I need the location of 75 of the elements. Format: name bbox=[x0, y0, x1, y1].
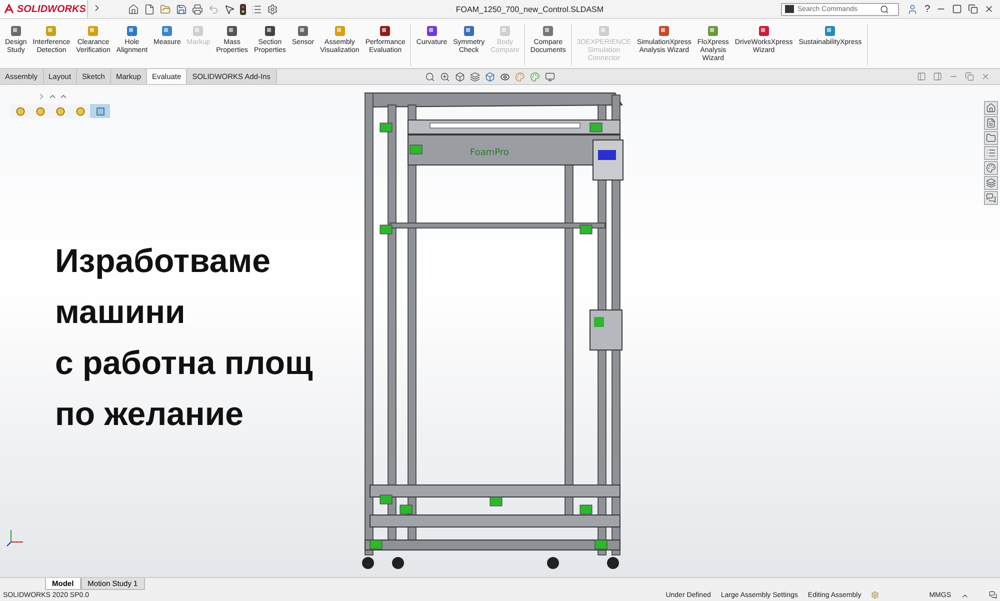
tool-icon bbox=[706, 24, 720, 38]
monitor-icon[interactable] bbox=[544, 72, 555, 82]
tool-icon bbox=[378, 24, 392, 38]
chat-icon bbox=[986, 193, 996, 203]
model-label: FoamPro bbox=[470, 148, 509, 158]
tool-icon bbox=[225, 24, 240, 38]
tool-icon bbox=[86, 24, 100, 38]
folder-icon bbox=[986, 133, 996, 143]
tool-icon bbox=[332, 24, 347, 38]
settings-icon[interactable] bbox=[267, 4, 278, 14]
chat-icon[interactable] bbox=[989, 590, 997, 598]
layers-icon[interactable] bbox=[470, 72, 480, 82]
task-pane-button[interactable] bbox=[984, 191, 998, 205]
tool-icon bbox=[296, 24, 310, 38]
panel-left-icon[interactable] bbox=[917, 72, 926, 81]
task-pane-button[interactable] bbox=[984, 176, 998, 190]
headline-text: машини bbox=[55, 292, 186, 332]
axis-triad-icon bbox=[6, 527, 26, 547]
cube-icon bbox=[96, 106, 104, 116]
maximize-icon[interactable] bbox=[952, 4, 962, 14]
user-icon[interactable] bbox=[907, 4, 918, 14]
cube-icon[interactable] bbox=[454, 72, 465, 82]
panel-right-icon[interactable] bbox=[933, 72, 942, 81]
breadcrumb-segment[interactable] bbox=[90, 104, 110, 118]
tool-icon bbox=[823, 24, 838, 38]
headline-text: по желание bbox=[55, 394, 244, 434]
open-folder-icon[interactable] bbox=[160, 4, 171, 14]
breadcrumb-segment[interactable] bbox=[10, 104, 30, 118]
tool-icon bbox=[756, 24, 771, 38]
zoom-icon[interactable] bbox=[440, 72, 450, 82]
tool-icon bbox=[262, 24, 277, 38]
traffic-light-icon[interactable] bbox=[240, 4, 246, 14]
task-pane-button[interactable] bbox=[984, 101, 998, 115]
view-orientation-icon[interactable] bbox=[484, 72, 495, 82]
part-icon bbox=[76, 106, 84, 116]
search-icon[interactable] bbox=[424, 72, 435, 82]
eye-icon[interactable] bbox=[500, 72, 510, 82]
home-icon bbox=[986, 103, 996, 113]
list-icon bbox=[986, 148, 996, 158]
help-button[interactable]: ? bbox=[924, 4, 930, 14]
logo-mark-icon bbox=[3, 3, 15, 15]
task-pane-button[interactable] bbox=[984, 131, 998, 145]
save-icon[interactable] bbox=[176, 4, 187, 14]
tool-icon bbox=[160, 24, 174, 38]
tool-icon bbox=[596, 24, 611, 38]
restore-icon[interactable] bbox=[968, 4, 978, 14]
close-icon[interactable] bbox=[984, 4, 994, 14]
tool-icon bbox=[8, 24, 23, 38]
new-document-icon[interactable] bbox=[144, 4, 155, 14]
tool-icon bbox=[657, 24, 672, 38]
task-pane-button[interactable] bbox=[984, 161, 998, 175]
tool-icon bbox=[424, 24, 439, 38]
window-title: FOAM_1250_700_new_Control.SLDASM bbox=[454, 4, 605, 14]
home-icon[interactable] bbox=[128, 4, 139, 14]
tool-icon bbox=[44, 24, 58, 38]
tool-icon bbox=[124, 24, 139, 38]
headline-text: Изработваме bbox=[55, 241, 272, 281]
tool-icon bbox=[498, 24, 512, 38]
task-pane-button[interactable] bbox=[984, 116, 998, 130]
tool-icon bbox=[462, 24, 476, 38]
headline-text: с работна площ bbox=[55, 343, 313, 383]
document-icon bbox=[986, 118, 996, 128]
logo-text: SOLIDWORKS bbox=[17, 4, 86, 14]
layers-icon bbox=[986, 178, 996, 188]
breadcrumb-segment[interactable] bbox=[70, 104, 90, 118]
part-icon bbox=[56, 106, 64, 116]
part-icon bbox=[36, 106, 44, 116]
search-icon bbox=[880, 4, 890, 14]
tool-icon bbox=[541, 24, 556, 38]
part-icon bbox=[16, 106, 24, 116]
pointer-icon[interactable] bbox=[224, 4, 235, 14]
task-pane-button[interactable] bbox=[984, 146, 998, 160]
palette-icon bbox=[986, 163, 996, 173]
print-icon[interactable] bbox=[192, 4, 203, 14]
tool-icon bbox=[191, 24, 206, 38]
